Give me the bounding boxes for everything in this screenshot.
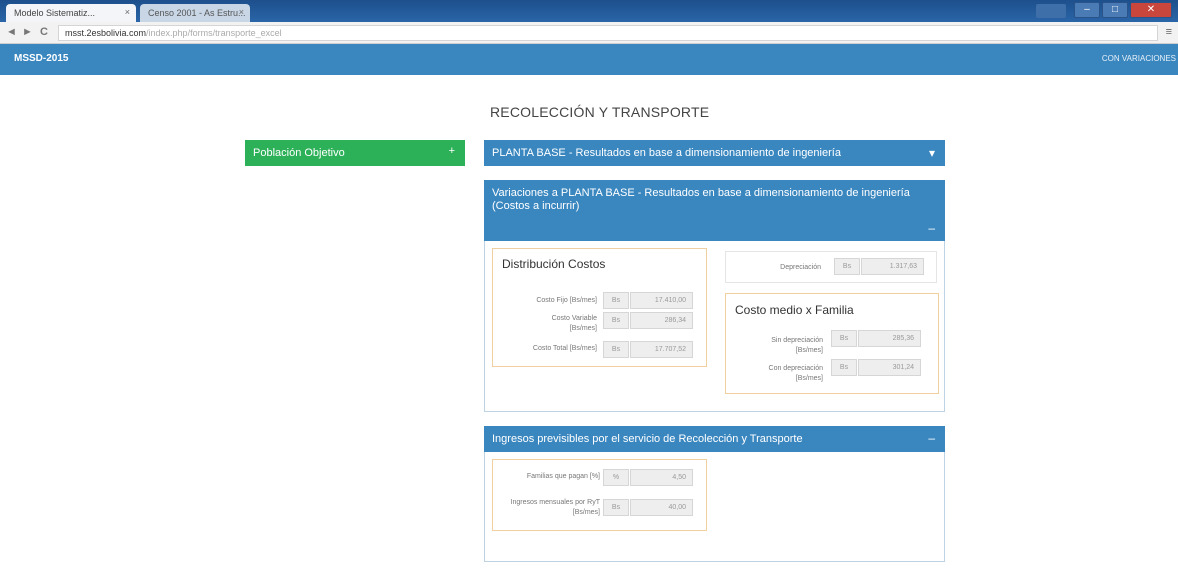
poblacion-objetivo-panel[interactable]: Población Objetivo + [245, 140, 465, 166]
window-controls: – □ ✕ [1074, 2, 1172, 18]
costo-fijo-field[interactable]: 17.410,00 [630, 292, 693, 309]
browser-tab-label: Censo 2001 - As Estru... [148, 8, 246, 18]
costo-variable-label: Costo Variable [Bs/mes] [551, 315, 597, 332]
profile-icon[interactable] [1036, 4, 1066, 18]
address-bar[interactable]: msst.2esbolivia.com/index.php/forms/tran… [58, 25, 1158, 41]
costo-fijo-label: Costo Fijo [Bs/mes] [536, 297, 597, 304]
sin-depreciacion-label: Sin depreciación [Bs/mes] [771, 337, 823, 354]
minimize-icon[interactable]: – [1074, 2, 1100, 18]
browser-tab-strip: Modelo Sistematiz... × Censo 2001 - As E… [0, 0, 1178, 22]
panel-title: Población Objetivo [253, 147, 345, 159]
variaciones-panel-body: Distribución Costos Costo Fijo [Bs/mes] … [484, 241, 945, 412]
currency-addon: Bs [603, 341, 629, 358]
close-window-icon[interactable]: ✕ [1130, 2, 1172, 18]
browser-tab-inactive[interactable]: Censo 2001 - As Estru... × [140, 4, 250, 22]
forward-icon[interactable]: ► [22, 26, 33, 38]
url-host: msst.2esbolivia.com [65, 28, 147, 38]
currency-addon: Bs [603, 292, 629, 309]
con-depreciacion-field[interactable]: 301,24 [858, 359, 921, 376]
depreciacion-group: Depreciación Bs 1.317,63 [725, 251, 937, 283]
browser-tab-active[interactable]: Modelo Sistematiz... × [6, 4, 136, 22]
back-icon[interactable]: ◄ [6, 26, 17, 38]
expand-icon[interactable]: + [449, 145, 455, 157]
group-title: Distribución Costos [502, 257, 606, 271]
app-navbar: MSSD-2015 CON VARIACIONES [0, 44, 1178, 75]
url-path: /index.php/forms/transporte_excel [146, 28, 282, 38]
currency-addon: Bs [603, 312, 629, 329]
page-title: RECOLECCIÓN Y TRANSPORTE [490, 104, 710, 120]
collapse-icon[interactable]: – [928, 431, 935, 445]
variaciones-panel-header[interactable]: Variaciones a PLANTA BASE - Resultados e… [484, 180, 945, 241]
browser-tab-label: Modelo Sistematiz... [14, 8, 96, 18]
panel-title: PLANTA BASE - Resultados en base a dimen… [492, 147, 841, 159]
ingresos-panel-body: Familias que pagan [%] % 4,50 Ingresos m… [484, 452, 945, 562]
ingresos-mensuales-label: Ingresos mensuales por RyT [Bs/mes] [510, 499, 600, 516]
sin-depreciacion-field[interactable]: 285,36 [858, 330, 921, 347]
close-tab-icon[interactable]: × [125, 7, 130, 17]
maximize-icon[interactable]: □ [1102, 2, 1128, 18]
browser-toolbar: ◄ ► C msst.2esbolivia.com/index.php/form… [0, 22, 1178, 44]
ingresos-group: Familias que pagan [%] % 4,50 Ingresos m… [492, 459, 707, 531]
ingresos-mensuales-field[interactable]: 40,00 [630, 499, 693, 516]
currency-addon: Bs [834, 258, 860, 275]
reload-icon[interactable]: C [40, 26, 48, 38]
panel-title: Variaciones a PLANTA BASE - Resultados e… [492, 187, 910, 212]
ingresos-panel-header[interactable]: Ingresos previsibles por el servicio de … [484, 426, 945, 452]
browser-menu-icon[interactable]: ≡ [1166, 26, 1172, 38]
costo-total-label: Costo Total [Bs/mes] [532, 345, 597, 352]
familias-pagan-field[interactable]: 4,50 [630, 469, 693, 486]
costo-variable-field[interactable]: 286,34 [630, 312, 693, 329]
distribucion-costos-group: Distribución Costos Costo Fijo [Bs/mes] … [492, 248, 707, 367]
currency-addon: Bs [603, 499, 629, 516]
panel-title: Ingresos previsibles por el servicio de … [492, 433, 803, 445]
group-title: Costo medio x Familia [735, 303, 854, 317]
planta-base-panel-header[interactable]: PLANTA BASE - Resultados en base a dimen… [484, 140, 945, 166]
percent-addon: % [603, 469, 629, 486]
depreciacion-label: Depreciación [780, 264, 821, 271]
depreciacion-field[interactable]: 1.317,63 [861, 258, 924, 275]
currency-addon: Bs [831, 359, 857, 376]
nav-link-variaciones[interactable]: CON VARIACIONES [1102, 54, 1176, 63]
currency-addon: Bs [831, 330, 857, 347]
familias-pagan-label: Familias que pagan [%] [526, 473, 600, 480]
costo-total-field[interactable]: 17.707,52 [630, 341, 693, 358]
con-depreciacion-label: Con depreciación [Bs/mes] [768, 365, 823, 382]
chevron-down-icon[interactable]: ▾ [929, 146, 935, 160]
collapse-icon[interactable]: – [928, 222, 935, 235]
costo-medio-familia-group: Costo medio x Familia Sin depreciación [… [725, 293, 939, 394]
brand-logo[interactable]: MSSD-2015 [14, 53, 68, 64]
close-tab-icon[interactable]: × [239, 7, 244, 17]
